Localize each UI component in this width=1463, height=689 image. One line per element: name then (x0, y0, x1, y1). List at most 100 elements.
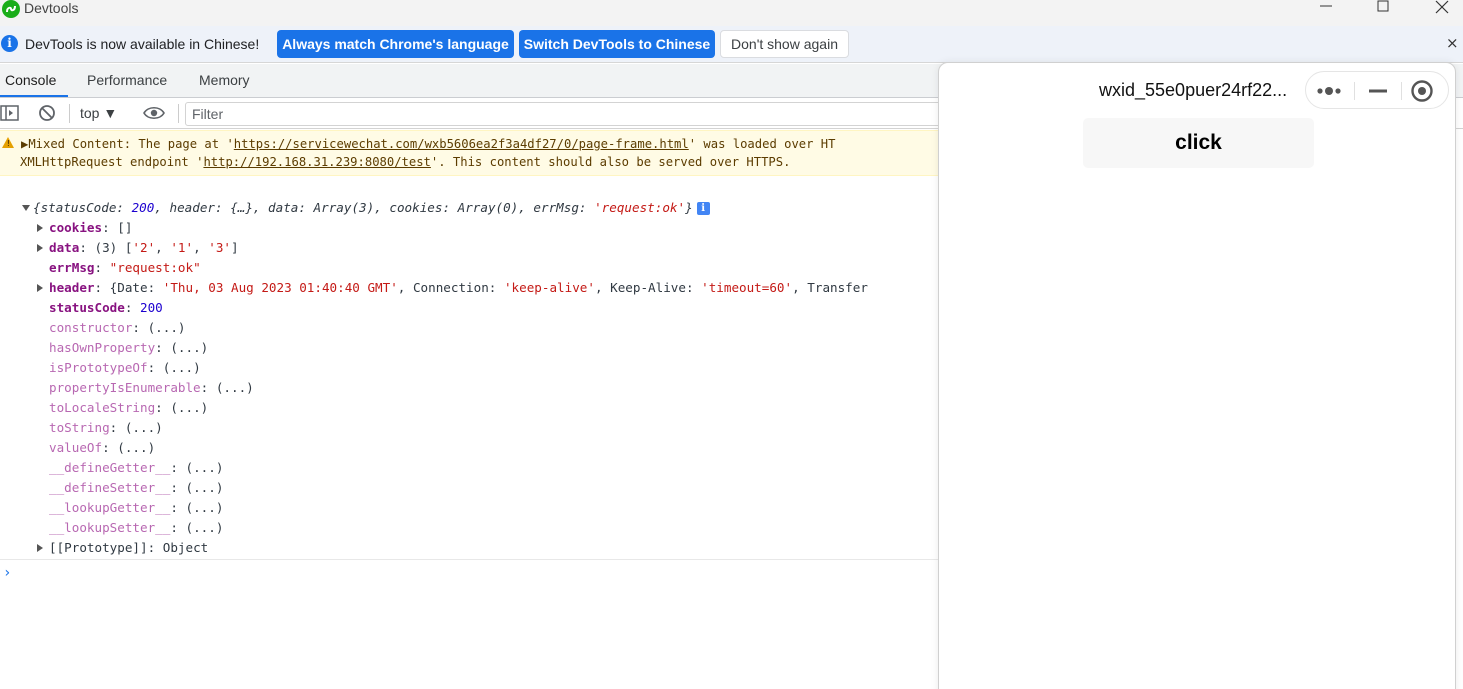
getter-ellipsis[interactable]: : (...) (155, 400, 208, 415)
warning-prefix[interactable]: ▶Mixed Content: The page at ' (21, 137, 234, 151)
close-target-icon[interactable] (1410, 79, 1434, 107)
summary-status: 200 (131, 200, 155, 215)
header-conn: 'keep-alive' (503, 280, 595, 295)
prop-key: header (49, 280, 95, 295)
proto-method[interactable]: toString: (...) (49, 418, 163, 438)
more-dots-icon[interactable] (1316, 83, 1346, 103)
info-icon: i (1, 35, 18, 52)
toolbar-divider (69, 104, 70, 123)
warning-line-2: XMLHttpRequest endpoint 'http://192.168.… (20, 155, 790, 169)
getter-ellipsis[interactable]: : (...) (102, 440, 155, 455)
proto-key: __defineGetter__ (49, 460, 171, 475)
proto-method[interactable]: __defineGetter__: (...) (49, 458, 223, 478)
window-title: Devtools (24, 0, 79, 16)
proto-method[interactable]: toLocaleString: (...) (49, 398, 208, 418)
getter-ellipsis[interactable]: : (...) (132, 320, 185, 335)
simulator-window: wxid_55e0puer24rf22... click (938, 62, 1456, 689)
proto-method[interactable]: __lookupGetter__: (...) (49, 498, 223, 518)
prop-value: 200 (140, 300, 163, 315)
language-infobar: i DevTools is now available in Chinese! … (0, 26, 1463, 63)
proto-method[interactable]: __lookupSetter__: (...) (49, 518, 223, 538)
log-object-summary[interactable]: {statusCode: 200, header: {…}, data: Arr… (20, 198, 710, 218)
getter-ellipsis[interactable]: : (...) (170, 480, 223, 495)
clear-console-icon[interactable] (38, 104, 56, 126)
getter-ellipsis[interactable]: : (...) (201, 380, 254, 395)
prop-key: data (49, 240, 80, 255)
proto-key: __lookupSetter__ (49, 520, 171, 535)
minimize-window-button[interactable] (1303, 0, 1349, 18)
header-open: : {Date: (94, 280, 163, 295)
simulator-title: wxid_55e0puer24rf22... (1099, 80, 1288, 100)
header-ka-label: , Keep-Alive: (594, 280, 702, 295)
proto-key: toLocaleString (49, 400, 156, 415)
prop-value: "request:ok" (109, 260, 201, 275)
always-match-language-button[interactable]: Always match Chrome's language (277, 30, 514, 58)
proto-method[interactable]: hasOwnProperty: (...) (49, 338, 208, 358)
summary-open: {statusCode: (33, 200, 132, 215)
getter-ellipsis[interactable]: : (...) (170, 500, 223, 515)
proto-method[interactable]: isPrototypeOf: (...) (49, 358, 201, 378)
proto-key: valueOf (49, 440, 103, 455)
prop-key: statusCode (49, 300, 125, 315)
prototype-key: [[Prototype]] (49, 540, 148, 555)
maximize-window-button[interactable] (1360, 0, 1406, 18)
expand-arrow-icon[interactable] (37, 544, 43, 552)
getter-ellipsis[interactable]: : (...) (110, 420, 163, 435)
close-window-button[interactable] (1418, 0, 1463, 18)
header-conn-label: , Connection: (397, 280, 504, 295)
summary-close: } (685, 200, 693, 215)
summary-mid: , header: {…}, data: Array(3), cookies: … (154, 200, 595, 215)
switch-to-chinese-button[interactable]: Switch DevTools to Chinese (519, 30, 715, 58)
live-expression-eye-icon[interactable] (143, 104, 165, 126)
toolbar-divider (178, 104, 179, 123)
dont-show-again-button[interactable]: Don't show again (720, 30, 849, 58)
tab-performance[interactable]: Performance (87, 72, 167, 88)
header-date: 'Thu, 03 Aug 2023 01:40:40 GMT' (162, 280, 398, 295)
expand-arrow-icon[interactable] (37, 224, 43, 232)
proto-method[interactable]: valueOf: (...) (49, 438, 155, 458)
expand-arrow-icon[interactable] (22, 205, 30, 211)
expand-arrow-icon[interactable] (37, 284, 43, 292)
getter-ellipsis[interactable]: : (...) (170, 520, 223, 535)
object-info-badge-icon[interactable]: i (696, 202, 710, 215)
header-tail: , Transfer (792, 280, 868, 295)
prop-data[interactable]: data: (3) ['2', '1', '3'] (36, 238, 239, 258)
proto-key: propertyIsEnumerable (49, 380, 201, 395)
getter-ellipsis[interactable]: : (...) (170, 460, 223, 475)
warning-line2-suffix: '. This content should also be served ov… (430, 155, 791, 169)
prop-prototype[interactable]: [[Prototype]]: Object (36, 538, 208, 558)
prop-sep: : (94, 260, 110, 275)
context-selector[interactable]: top ▼ (80, 105, 117, 121)
capsule-divider (1354, 82, 1355, 100)
minimize-icon[interactable] (1368, 83, 1388, 103)
getter-ellipsis[interactable]: : (...) (148, 360, 201, 375)
app-logo-icon (2, 0, 20, 18)
prop-header[interactable]: header: {Date: 'Thu, 03 Aug 2023 01:40:4… (36, 278, 868, 298)
console-prompt[interactable]: › (3, 565, 11, 581)
proto-key: hasOwnProperty (49, 340, 156, 355)
warning-icon (2, 137, 14, 148)
prop-sep: : (124, 300, 140, 315)
endpoint-url-link[interactable]: http://192.168.31.239:8080/test (203, 155, 430, 169)
proto-method[interactable]: constructor: (...) (49, 318, 185, 338)
proto-key: __defineSetter__ (49, 480, 171, 495)
proto-method[interactable]: __defineSetter__: (...) (49, 478, 223, 498)
prop-cookies[interactable]: cookies: [] (36, 218, 132, 238)
title-bar: Devtools (0, 0, 1463, 26)
array-sep: , (155, 240, 171, 255)
prop-value: : (3) [ (79, 240, 133, 255)
click-button[interactable]: click (1083, 118, 1314, 168)
tab-memory[interactable]: Memory (199, 72, 250, 88)
close-infobar-icon[interactable]: × (1446, 34, 1459, 52)
sidebar-toggle-icon[interactable] (0, 104, 20, 126)
getter-ellipsis[interactable]: : (...) (155, 340, 208, 355)
array-close: ] (231, 240, 239, 255)
expand-arrow-icon[interactable] (37, 244, 43, 252)
prop-statuscode: statusCode: 200 (49, 298, 163, 318)
page-url-link[interactable]: https://servicewechat.com/wxb5606ea2f3a4… (234, 137, 689, 151)
warning-line-1: ▶Mixed Content: The page at 'https://ser… (21, 137, 835, 151)
filter-input[interactable] (185, 102, 945, 126)
tab-console[interactable]: Console (5, 72, 56, 88)
proto-method[interactable]: propertyIsEnumerable: (...) (49, 378, 254, 398)
prop-value: : [] (102, 220, 133, 235)
